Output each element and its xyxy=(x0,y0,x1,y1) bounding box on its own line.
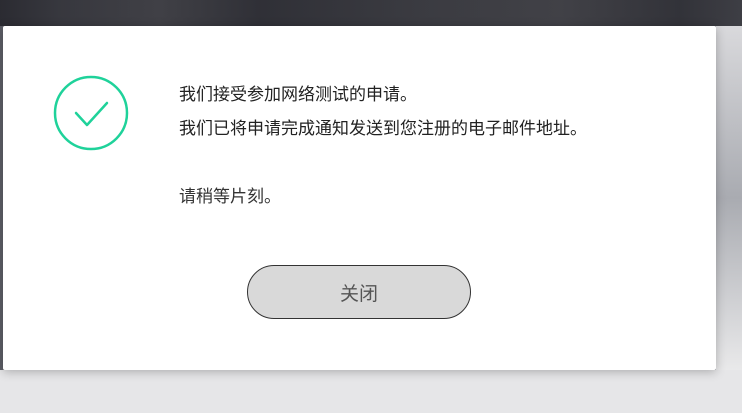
background-edge-right xyxy=(716,26,742,370)
close-button[interactable]: 关闭 xyxy=(247,265,471,319)
background-edge-bottom xyxy=(0,370,742,413)
dialog-message: 我们接受参加网络测试的申请。 我们已将申请完成通知发送到您注册的电子邮件地址。 … xyxy=(179,78,699,214)
message-line-email-sent: 我们已将申请完成通知发送到您注册的电子邮件地址。 xyxy=(179,119,587,139)
notification-dialog: 我们接受参加网络测试的申请。 我们已将申请完成通知发送到您注册的电子邮件地址。 … xyxy=(3,26,716,370)
check-circle-icon xyxy=(53,75,129,151)
message-line-application: 我们接受参加网络测试的申请。 xyxy=(179,85,417,105)
message-line-wait: 请稍等片刻。 xyxy=(179,187,281,207)
